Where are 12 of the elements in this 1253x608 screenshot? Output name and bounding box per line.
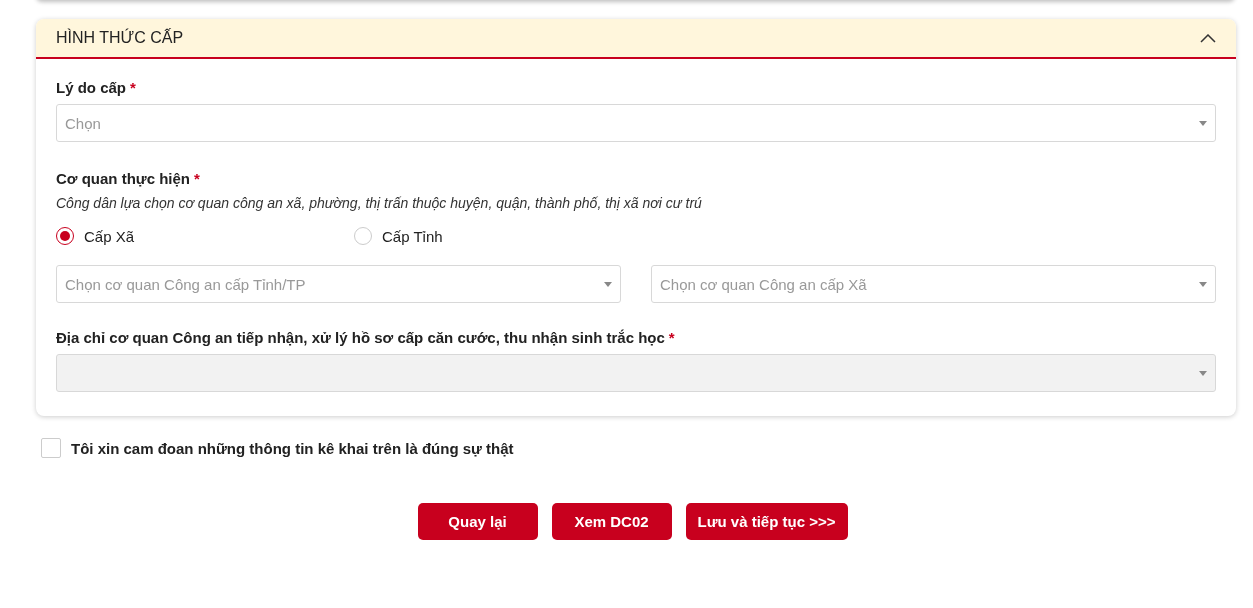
radio-option[interactable]: Cấp Xã: [56, 227, 354, 245]
checkbox-label: Tôi xin cam đoan những thông tin kê khai trên là đúng sự thật: [71, 439, 514, 457]
action-button[interactable]: Quay lại: [417, 503, 538, 540]
section-title: HÌNH THỨC CẤP: [56, 29, 184, 47]
hint-text: Công dân lựa chọn cơ quan công an xã, phường, thị trấn thuộc huyện, quận, thành phố, thị xã nơi cư trú: [56, 195, 703, 211]
action-button[interactable]: Lưu và tiếp tục >>>: [685, 503, 848, 540]
field-label: Cơ quan thực hiện *: [56, 170, 201, 187]
action-button[interactable]: Xem DC02: [551, 503, 672, 540]
field-label: Địa chỉ cơ quan Công an tiếp nhận, xử lý hồ sơ cấp căn cước, thu nhận sinh trắc học *: [56, 329, 676, 346]
field-label: Lý do cấp *: [56, 79, 137, 96]
section-header[interactable]: HÌNH THỨC CẤP: [36, 19, 1236, 59]
radio-option[interactable]: Cấp Tỉnh: [354, 227, 652, 245]
